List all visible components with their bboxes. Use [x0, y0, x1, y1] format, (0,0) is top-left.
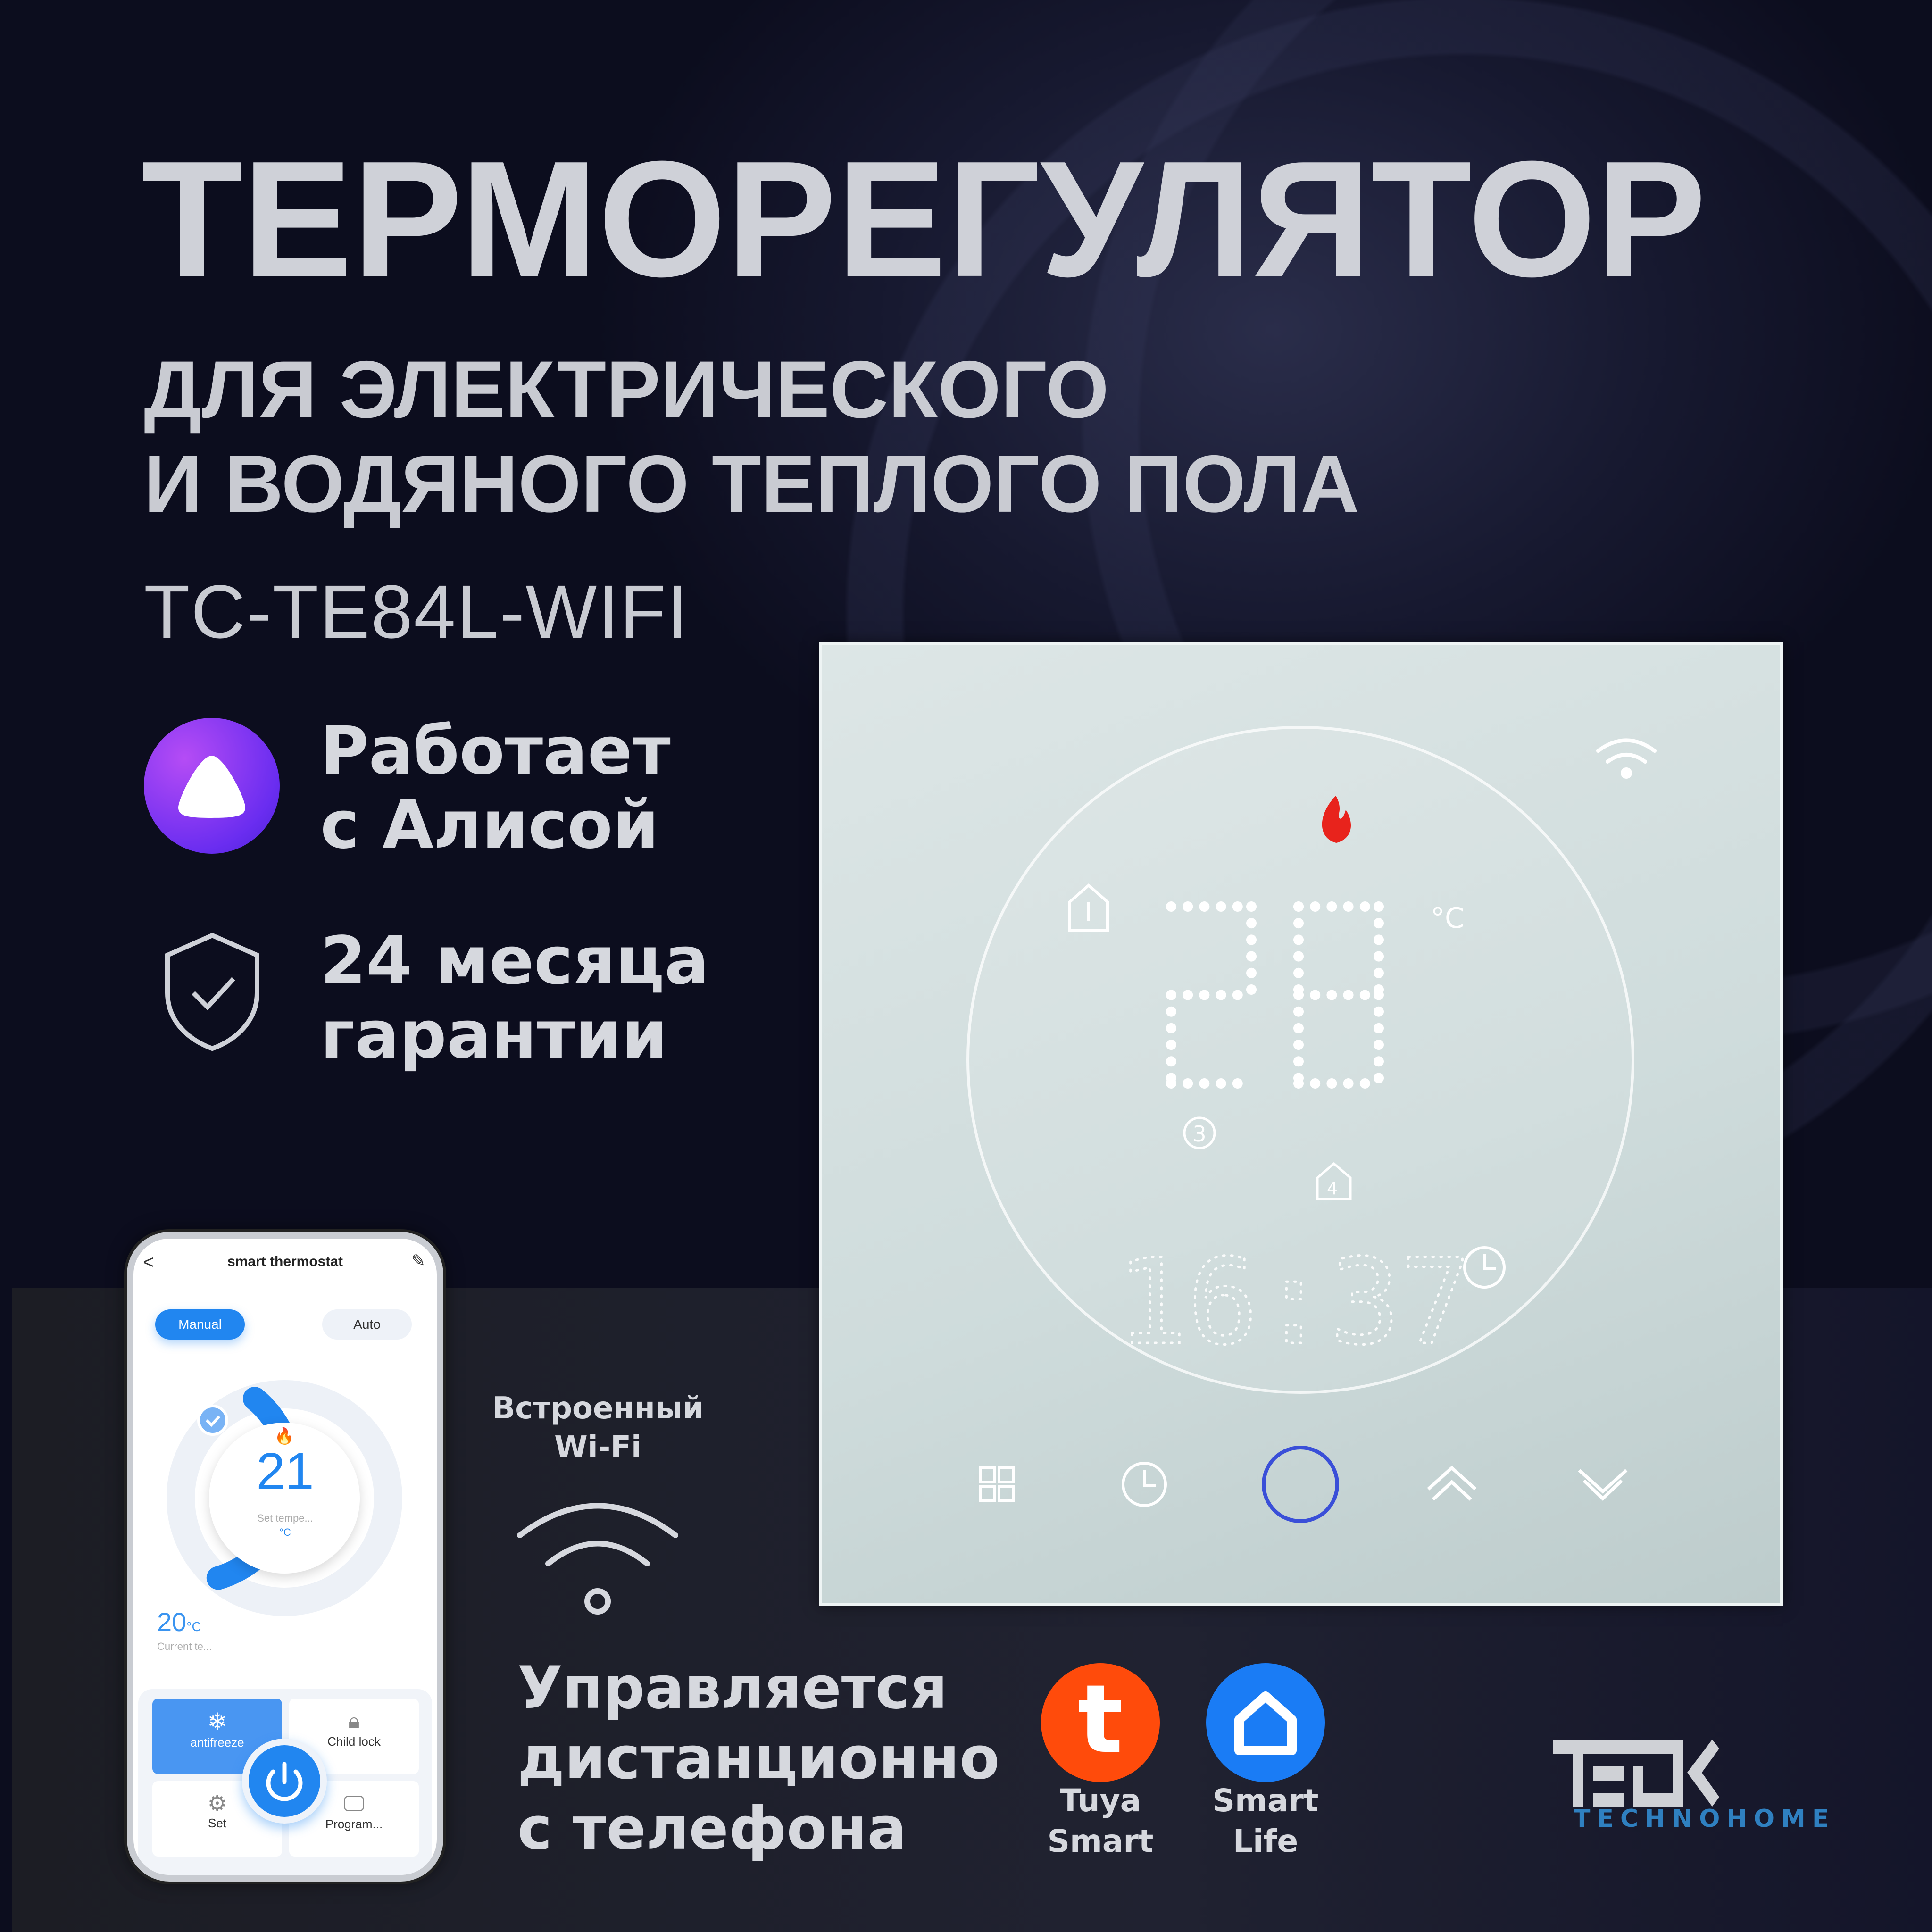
tuya-line-2: Smart [1047, 1823, 1154, 1859]
shield-check-icon [165, 933, 259, 1051]
clock-display: 16:37 [1116, 1233, 1472, 1371]
remote-line-3: с телефона [517, 1794, 907, 1863]
warranty-line-1: 24 месяца [320, 923, 709, 999]
set-temperature-label: Set tempe... [257, 1512, 313, 1524]
teck-logo: TECHNOHOME [1553, 1740, 1835, 1833]
period-number: 4 [1327, 1179, 1338, 1199]
alice-icon [144, 718, 280, 854]
alice-line-1: Работает [320, 713, 671, 790]
dial-handle[interactable] [197, 1405, 228, 1436]
tuya-line-1: Tuya [1059, 1782, 1141, 1819]
remote-line-2: дистанционно [517, 1724, 1000, 1792]
tuya-smart-icon: t [1041, 1663, 1160, 1782]
wifi-icon [517, 1503, 678, 1615]
menu-button[interactable] [979, 1466, 1015, 1502]
remote-line-1: Управляется [517, 1654, 948, 1722]
current-temp-unit: °C [186, 1619, 201, 1634]
warranty-feature: 24 месяца гарантии [320, 924, 709, 1073]
schedule-button[interactable] [1122, 1462, 1167, 1507]
current-temp-value: 20 [157, 1607, 187, 1637]
temperature-unit: °C [1431, 902, 1465, 935]
snowflake-icon: ❄ [207, 1708, 227, 1735]
smart-life-icon [1206, 1663, 1325, 1782]
model-number: TC-TE84L-WIFI [144, 569, 689, 654]
brand-tagline: TECHNOHOME [1574, 1805, 1835, 1833]
subtitle-line-1: ДЛЯ ЭЛЕКТРИЧЕСКОГО [144, 344, 1109, 435]
program-label: Program... [325, 1817, 383, 1831]
thermostat-panel: °C 16:37 3 4 [819, 642, 1783, 1606]
page-title: ТЕРМОРЕГУЛЯТОР [142, 127, 1707, 311]
mode-auto-button[interactable]: Auto [322, 1309, 412, 1340]
tuya-label: Tuya Smart [1030, 1781, 1171, 1862]
set-label: Set [208, 1816, 227, 1830]
alice-feature: Работает с Алисой [320, 713, 671, 864]
smart-life-line-2: Life [1232, 1823, 1299, 1859]
subtitle-line-2: И ВОДЯНОГО ТЕПЛОГО ПОЛА [144, 439, 1359, 529]
set-temperature-unit: °C [279, 1526, 291, 1538]
wifi-status-icon [1596, 738, 1657, 779]
power-button[interactable] [1262, 1446, 1339, 1523]
alice-line-2: с Алисой [320, 786, 659, 864]
smart-life-line-1: Smart [1212, 1782, 1319, 1819]
current-temperature-label: Current te... [157, 1641, 212, 1652]
current-temperature: 20°C [157, 1607, 201, 1637]
app-title: smart thermostat [227, 1254, 343, 1269]
phone-mockup: < smart thermostat ✎ Manual Auto 🔥 21 Se… [127, 1232, 443, 1882]
wifi-label: Встроенный Wi-Fi [472, 1389, 724, 1467]
down-button[interactable] [1578, 1469, 1628, 1501]
wifi-line-1: Встроенный [492, 1391, 704, 1426]
set-temperature: 21 [256, 1442, 314, 1500]
lock-icon: 🔒︎ [348, 1708, 360, 1733]
app-power-button[interactable] [242, 1739, 327, 1824]
program-number: 3 [1192, 1121, 1206, 1147]
mode-manual-button[interactable]: Manual [155, 1309, 245, 1340]
remote-control-text: Управляется дистанционно с телефона [517, 1653, 999, 1864]
up-button[interactable] [1427, 1466, 1477, 1501]
warranty-line-2: гарантии [320, 996, 668, 1074]
power-icon [266, 1762, 303, 1801]
smart-life-label: Smart Life [1195, 1781, 1336, 1862]
wifi-line-2: Wi-Fi [554, 1430, 641, 1466]
edit-icon[interactable]: ✎ [411, 1251, 425, 1271]
